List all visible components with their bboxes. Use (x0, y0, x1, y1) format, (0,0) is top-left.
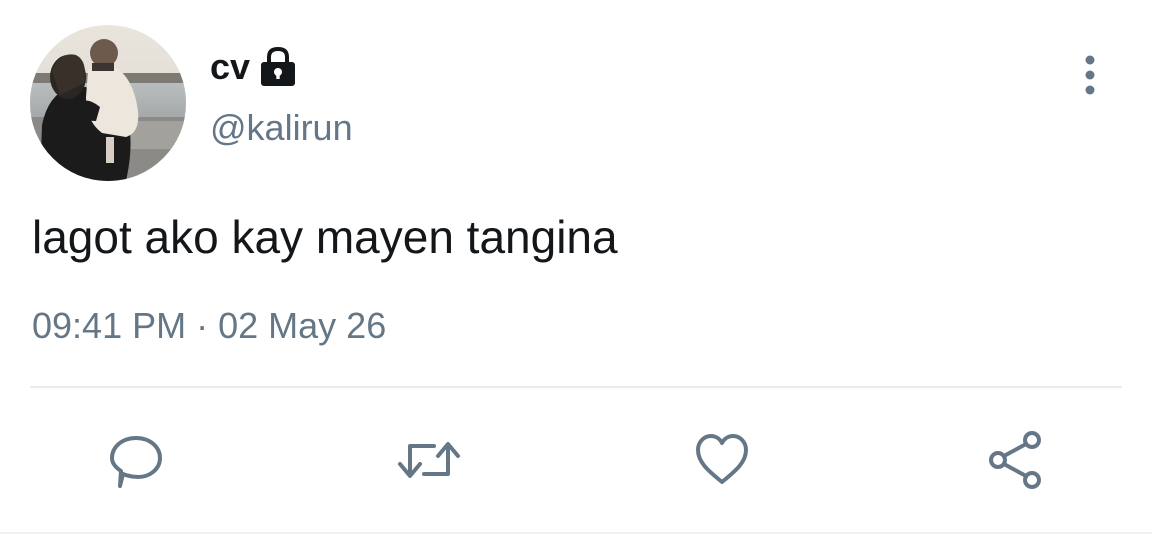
retweet-icon (398, 442, 460, 478)
timestamp-separator: · (196, 305, 209, 346)
heart-icon (696, 434, 748, 484)
display-name-row[interactable]: cv (210, 42, 298, 92)
avatar[interactable] (30, 25, 186, 181)
comment-bubble-icon (110, 436, 162, 488)
reply-button[interactable] (96, 420, 176, 500)
tweet-actions (0, 420, 1152, 500)
tweet-time: 09:41 PM (32, 305, 187, 346)
user-handle[interactable]: @kalirun (210, 110, 353, 146)
display-name[interactable]: cv (210, 49, 250, 85)
avatar-photo (30, 25, 186, 181)
retweet-button[interactable] (389, 420, 469, 500)
tweet-text: lagot ako kay mayen tangina (32, 211, 618, 263)
bottom-border (0, 532, 1152, 534)
like-button[interactable] (682, 420, 762, 500)
share-button[interactable] (976, 420, 1056, 500)
more-vertical-icon[interactable] (1070, 50, 1110, 100)
tweet-date: 02 May 26 (218, 305, 387, 346)
divider (30, 386, 1122, 388)
lock-icon (258, 46, 298, 88)
tweet-timestamp[interactable]: 09:41 PM · 02 May 26 (32, 308, 386, 344)
tweet-card: cv @kalirun lagot ako kay mayen tangina … (0, 0, 1152, 552)
share-icon (989, 431, 1041, 489)
